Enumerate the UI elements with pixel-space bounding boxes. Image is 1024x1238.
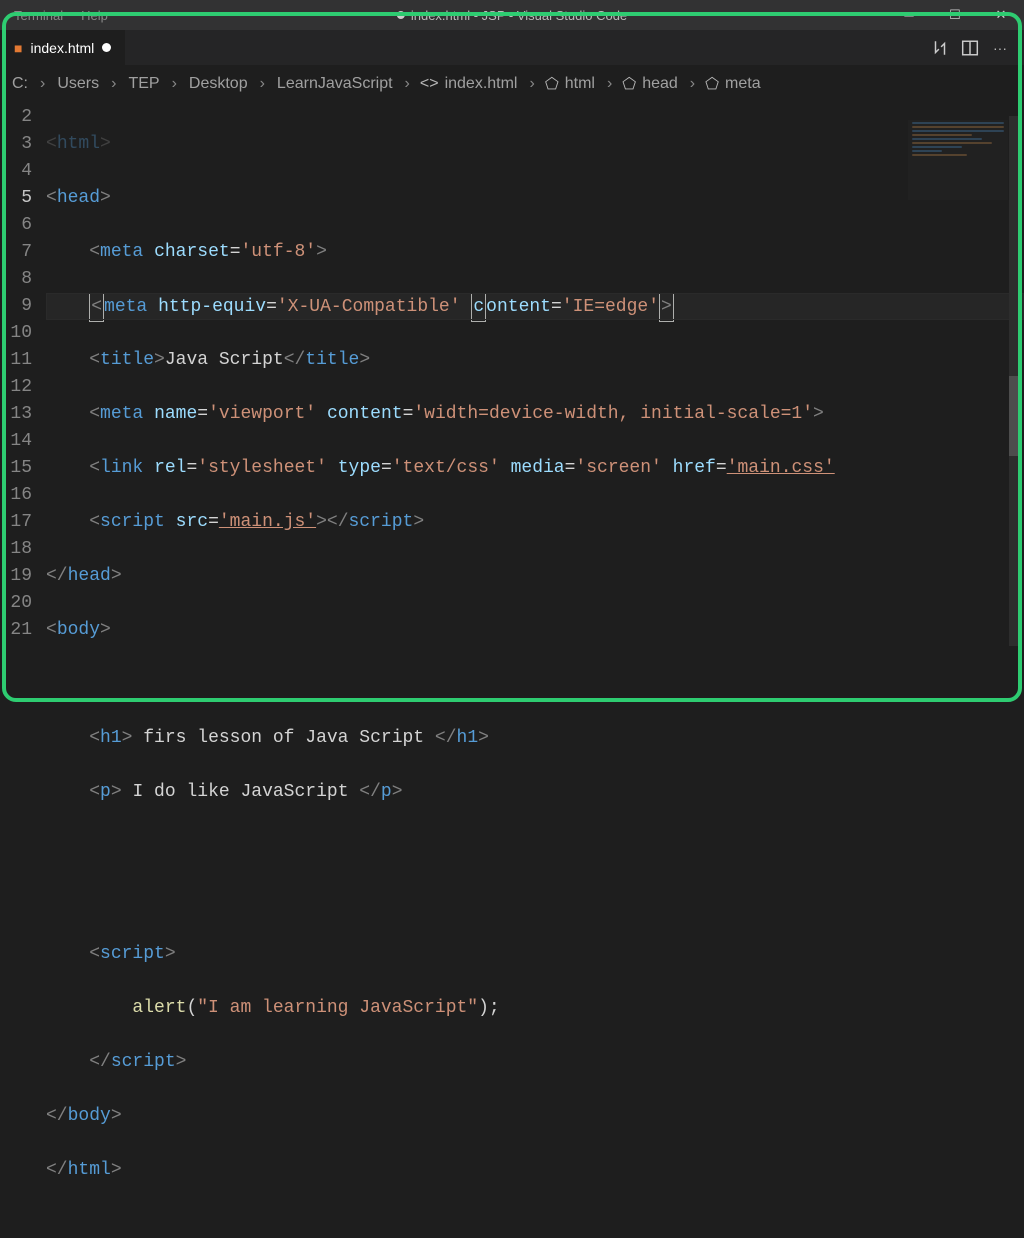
split-editor-icon[interactable] xyxy=(960,38,980,58)
close-button[interactable]: ✕ xyxy=(978,0,1024,30)
scrollbar-thumb[interactable] xyxy=(1009,376,1021,456)
symbol-icon: ⬠ xyxy=(705,74,719,94)
symbol-icon: ⬠ xyxy=(622,74,636,94)
symbol-icon: ⬠ xyxy=(545,74,559,94)
maximize-button[interactable]: ☐ xyxy=(932,0,978,30)
window-title: index.html - JSP - Visual Studio Code xyxy=(397,8,627,23)
breadcrumb[interactable]: C:› Users› TEP› Desktop› LearnJavaScript… xyxy=(0,66,1024,102)
code-area[interactable]: <html> <head> <meta charset='utf-8'> <me… xyxy=(46,104,1024,1238)
tab-bar: ■ index.html ··· xyxy=(0,30,1024,66)
tab-label: index.html xyxy=(30,40,94,56)
menu-terminal[interactable]: Terminal xyxy=(8,6,69,25)
minimize-button[interactable]: ─ xyxy=(886,0,932,30)
modified-dot-icon xyxy=(397,11,405,19)
menu-help[interactable]: Help xyxy=(75,6,114,25)
more-actions-icon[interactable]: ··· xyxy=(990,38,1010,58)
editor[interactable]: 2 3 4 5 6 7 8 9 10 11 12 13 14 15 16 17 … xyxy=(0,102,1024,1238)
minimap[interactable] xyxy=(908,120,1008,200)
compare-changes-icon[interactable] xyxy=(930,38,950,58)
tab-index-html[interactable]: ■ index.html xyxy=(0,30,126,65)
scrollbar[interactable] xyxy=(1009,116,1021,646)
file-icon: <> xyxy=(420,75,439,93)
titlebar: Terminal Help index.html - JSP - Visual … xyxy=(0,0,1024,30)
modified-indicator-icon xyxy=(102,43,111,52)
gutter: 2 3 4 5 6 7 8 9 10 11 12 13 14 15 16 17 … xyxy=(0,104,46,1238)
